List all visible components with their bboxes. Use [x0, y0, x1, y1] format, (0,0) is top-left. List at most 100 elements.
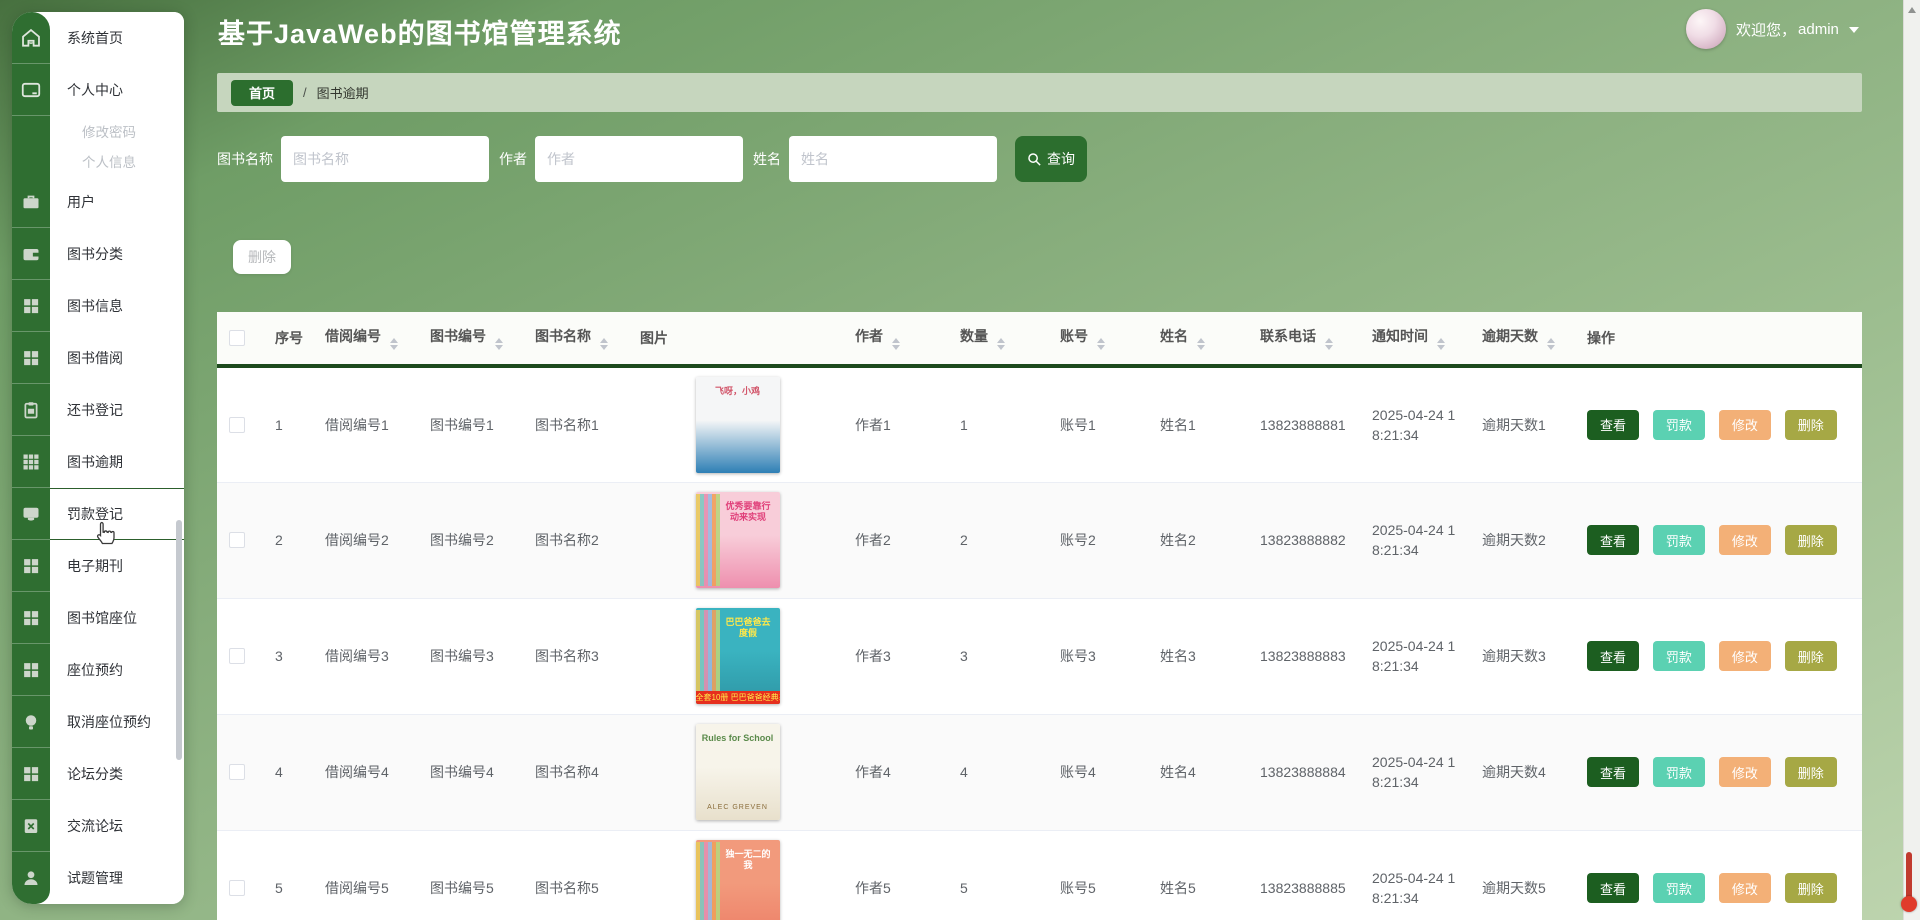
- view-button[interactable]: 查看: [1587, 873, 1640, 903]
- select-all-header: [217, 312, 263, 368]
- cell-borrow-no: 借阅编号3: [313, 598, 418, 715]
- column-header[interactable]: 通知时间: [1360, 312, 1470, 368]
- row-checkbox[interactable]: [229, 532, 245, 548]
- edit-button[interactable]: 修改: [1718, 873, 1771, 903]
- clipboard-icon: [12, 384, 50, 436]
- search-field: 图书名称: [217, 136, 489, 182]
- select-all-checkbox[interactable]: [229, 330, 245, 346]
- column-header[interactable]: 姓名: [1148, 312, 1248, 368]
- sort-icon[interactable]: [996, 338, 1005, 350]
- delete-button[interactable]: 删除: [1784, 641, 1837, 671]
- sidebar-item[interactable]: 系统首页: [12, 12, 184, 64]
- sidebar-item[interactable]: 论坛分类: [12, 748, 184, 800]
- breadcrumb-home[interactable]: 首页: [231, 79, 293, 106]
- sidebar-item[interactable]: 图书逾期: [12, 436, 184, 488]
- sidebar-item[interactable]: 图书借阅: [12, 332, 184, 384]
- sort-icon[interactable]: [494, 338, 503, 350]
- edit-button[interactable]: 修改: [1718, 757, 1771, 787]
- delete-button[interactable]: 删除: [1784, 757, 1837, 787]
- delete-button[interactable]: 删除: [1784, 525, 1837, 555]
- column-header[interactable]: 数量: [948, 312, 1048, 368]
- view-button[interactable]: 查看: [1587, 525, 1640, 555]
- sidebar-item-label: 系统首页: [50, 12, 184, 64]
- column-header[interactable]: 图书名称: [523, 312, 628, 368]
- sort-icon[interactable]: [389, 338, 398, 350]
- sidebar-item[interactable]: 取消座位预约: [12, 696, 184, 748]
- row-checkbox[interactable]: [229, 416, 245, 433]
- sort-icon[interactable]: [1096, 338, 1105, 350]
- row-checkbox[interactable]: [229, 648, 245, 664]
- sort-icon[interactable]: [1196, 338, 1205, 350]
- cell-borrow-no: 借阅编号2: [313, 482, 418, 599]
- sidebar-item[interactable]: 试题管理: [12, 852, 184, 904]
- sidebar-item[interactable]: 个人信息: [12, 146, 184, 176]
- sort-icon[interactable]: [1436, 338, 1445, 350]
- column-header[interactable]: 图书编号: [418, 312, 523, 368]
- sidebar-item-label: 图书分类: [50, 228, 184, 280]
- delete-selected-button[interactable]: 删除: [233, 240, 291, 274]
- view-button[interactable]: 查看: [1587, 409, 1640, 440]
- search-input[interactable]: [281, 136, 489, 182]
- view-button[interactable]: 查看: [1587, 757, 1640, 787]
- delete-button[interactable]: 删除: [1784, 873, 1837, 903]
- edit-button[interactable]: 修改: [1718, 525, 1771, 555]
- page-title: 基于JavaWeb的图书馆管理系统: [218, 19, 622, 49]
- sidebar-item[interactable]: 个人中心: [12, 64, 184, 116]
- sidebar-item[interactable]: 图书馆座位: [12, 592, 184, 644]
- search-input[interactable]: [535, 136, 743, 182]
- user-menu[interactable]: 欢迎您， admin: [1686, 9, 1859, 49]
- cell-account: 账号4: [1048, 714, 1148, 831]
- search-field: 作者: [499, 136, 743, 182]
- column-header[interactable]: 图片: [628, 312, 843, 368]
- view-button[interactable]: 查看: [1587, 641, 1640, 671]
- column-header[interactable]: 操作: [1575, 312, 1862, 368]
- column-header-label: 作者: [855, 328, 883, 344]
- cell-index: 5: [263, 830, 313, 920]
- book-cover-banner: 全套10册 巴巴爸爸经典系列: [695, 691, 780, 704]
- scroll-up-arrow-icon[interactable]: [1908, 7, 1916, 13]
- column-header[interactable]: 账号: [1048, 312, 1148, 368]
- row-checkbox[interactable]: [229, 880, 245, 896]
- fine-button[interactable]: 罚款: [1652, 757, 1705, 787]
- menu-icon: [12, 116, 50, 146]
- column-header[interactable]: 借阅编号: [313, 312, 418, 368]
- sidebar-item[interactable]: 用户: [12, 176, 184, 228]
- search-field: 姓名: [753, 136, 997, 182]
- delete-button[interactable]: 删除: [1784, 409, 1837, 440]
- cell-overdue-days: 逾期天数3: [1470, 598, 1575, 715]
- column-header[interactable]: 联系电话: [1248, 312, 1360, 368]
- row-checkbox[interactable]: [229, 764, 245, 780]
- sort-icon[interactable]: [891, 338, 900, 350]
- sort-icon[interactable]: [599, 338, 608, 350]
- fine-button[interactable]: 罚款: [1652, 873, 1705, 903]
- column-header-label: 图片: [640, 330, 668, 346]
- column-header[interactable]: 序号: [263, 312, 313, 368]
- sort-icon[interactable]: [1324, 338, 1333, 350]
- sidebar-scrollbar-thumb[interactable]: [176, 520, 182, 760]
- search-input[interactable]: [789, 136, 997, 182]
- edit-button[interactable]: 修改: [1718, 409, 1771, 440]
- column-header[interactable]: 逾期天数: [1470, 312, 1575, 368]
- sidebar-item[interactable]: 修改密码: [12, 116, 184, 146]
- sidebar-item[interactable]: 图书信息: [12, 280, 184, 332]
- fine-button[interactable]: 罚款: [1652, 525, 1705, 555]
- column-header[interactable]: 作者: [843, 312, 948, 368]
- sidebar-item[interactable]: 图书分类: [12, 228, 184, 280]
- fine-button[interactable]: 罚款: [1652, 641, 1705, 671]
- sidebar-item[interactable]: 座位预约: [12, 644, 184, 696]
- fine-button[interactable]: 罚款: [1652, 409, 1705, 440]
- search-field-label: 作者: [499, 151, 527, 167]
- sidebar-item[interactable]: 还书登记: [12, 384, 184, 436]
- book-cover-title: 独一无二的我: [725, 849, 771, 871]
- cell-account: 账号3: [1048, 598, 1148, 715]
- cell-author: 作者1: [843, 366, 948, 483]
- sidebar-item-label: 罚款登记: [50, 488, 184, 540]
- cell-author: 作者2: [843, 482, 948, 599]
- edit-button[interactable]: 修改: [1718, 641, 1771, 671]
- cell-account: 账号5: [1048, 830, 1148, 920]
- box-icon: [12, 800, 50, 852]
- page-scrollbar[interactable]: [1903, 0, 1920, 920]
- search-button[interactable]: 查询: [1015, 136, 1087, 182]
- sidebar-item[interactable]: 交流论坛: [12, 800, 184, 852]
- sort-icon[interactable]: [1546, 338, 1555, 350]
